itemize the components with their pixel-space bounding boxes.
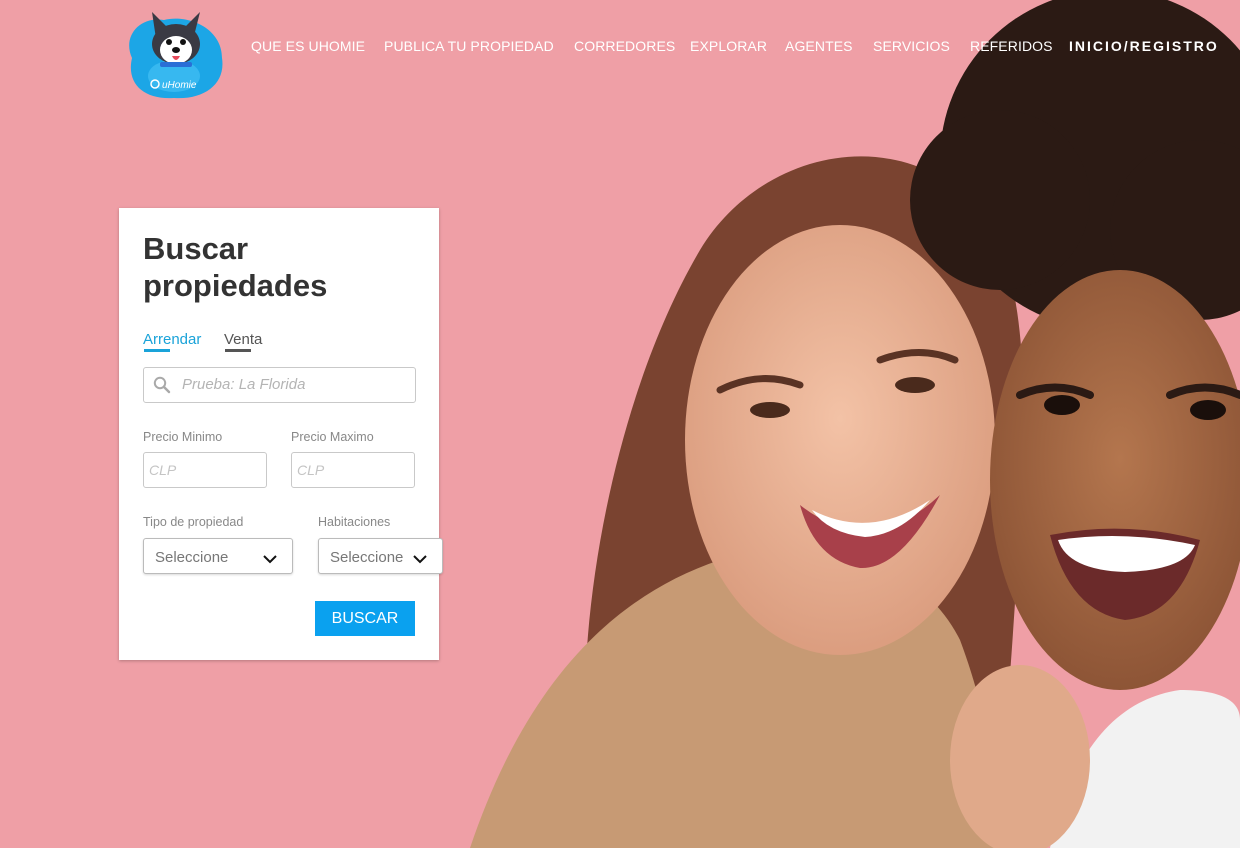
price-min-field[interactable] [143,452,267,488]
nav-explorar[interactable]: EXPLORAR [690,38,767,54]
tab-venta-indicator [225,349,251,352]
location-search-input[interactable] [180,375,409,394]
location-search-field[interactable] [143,367,416,403]
tab-arrendar-indicator [144,349,170,352]
nav-servicios[interactable]: SERVICIOS [873,38,950,54]
tab-arrendar[interactable]: Arrendar [143,331,201,348]
property-type-value: Seleccione [155,549,229,566]
nav-corredores[interactable]: CORREDORES [574,38,675,54]
search-button[interactable]: BUSCAR [315,601,415,636]
property-type-select[interactable]: Seleccione [143,538,293,574]
price-min-label: Precio Minimo [143,430,223,444]
price-max-label: Precio Maximo [291,430,374,444]
logo-wordmark: uHomie [162,80,197,91]
rooms-value: Seleccione [330,549,404,566]
nav-que-es-uhomie[interactable]: QUE ES UHOMIE [251,38,365,54]
uhomie-logo[interactable]: uHomie [122,6,226,100]
chevron-down-icon [412,551,428,569]
nav-login-register[interactable]: INICIO/REGISTRO [1069,38,1219,54]
rooms-label: Habitaciones [318,515,391,529]
price-max-input[interactable] [295,461,409,479]
chevron-down-icon [262,551,278,569]
property-type-label: Tipo de propiedad [143,515,244,529]
search-icon [153,376,171,399]
rooms-select[interactable]: Seleccione [318,538,443,574]
price-min-input[interactable] [147,461,261,479]
nav-referidos[interactable]: REFERIDOS [970,38,1053,54]
price-max-field[interactable] [291,452,415,488]
nav-agentes[interactable]: AGENTES [785,38,853,54]
nav-publica-tu-propiedad[interactable]: PUBLICA TU PROPIEDAD [384,38,554,54]
search-card: Buscar propiedades Arrendar Venta Precio… [119,208,443,660]
search-card-title: Buscar propiedades [143,231,328,303]
tab-venta[interactable]: Venta [224,331,262,348]
